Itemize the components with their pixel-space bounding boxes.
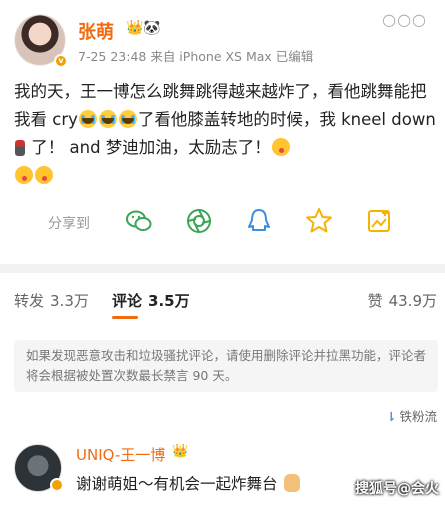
tab-label: 转发 — [14, 292, 45, 310]
post-text-part-2: 了看他膝盖转地的时候，我 kneel down — [137, 110, 436, 129]
cry-emoji-icon — [78, 110, 97, 128]
tab-count: 3.3万 — [50, 292, 89, 310]
verified-badge-icon: v — [54, 54, 68, 68]
member-crown-icon: 👑🐼 — [126, 20, 161, 36]
qzone-icon[interactable] — [304, 206, 334, 236]
tab-count: 3.5万 — [148, 292, 190, 310]
comment-author[interactable]: UNIQ-王一博 — [76, 444, 165, 465]
comment-text: 谢谢萌姐～有机会一起炸舞台 — [76, 472, 300, 494]
sort-icon: ⇂ — [386, 409, 397, 424]
moments-icon[interactable] — [184, 206, 214, 236]
comment-text-content: 谢谢萌姐～有机会一起炸舞台 — [76, 475, 278, 493]
comment-notice: 如果发现恶意攻击和垃圾骚扰评论，请使用删除评论并拉黑功能，评论者将会根据被处置次… — [14, 340, 438, 392]
section-divider — [0, 264, 445, 273]
tab-label: 评论 — [112, 292, 143, 310]
kiss-emoji-icon — [271, 138, 290, 156]
post-header: v 张萌 👑🐼 7-25 23:48 来自 iPhone XS Max 已编辑 — [14, 14, 431, 70]
share-label: 分享到 — [48, 216, 90, 232]
verified-badge-icon — [50, 478, 64, 492]
rock-hand-emoji-icon — [283, 474, 300, 492]
cry-emoji-icon — [118, 110, 137, 128]
save-image-icon[interactable] — [364, 206, 394, 236]
kiss-emoji-icon — [15, 166, 33, 184]
post-text-part-3: 了！ and 梦迪加油，太励志了！ — [31, 138, 271, 157]
tab-comments[interactable]: 评论 3.5万 — [112, 290, 190, 311]
member-crown-icon: 👑 — [172, 444, 189, 459]
tab-label: 赞 — [367, 292, 383, 310]
tab-likes[interactable]: 赞 43.9万 — [368, 290, 437, 311]
tab-count: 43.9万 — [388, 292, 437, 310]
kiss-emoji-icon — [35, 166, 53, 184]
active-tab-indicator — [112, 316, 138, 319]
wechat-icon[interactable] — [124, 206, 154, 236]
tab-reposts[interactable]: 转发 3.3万 — [14, 290, 89, 311]
qq-icon[interactable] — [244, 206, 274, 236]
interaction-tabs: 转发 3.3万 评论 3.5万 赞 43.9万 — [0, 286, 445, 319]
author-name[interactable]: 张萌 — [78, 18, 114, 44]
cry-emoji-icon — [98, 110, 117, 128]
sort-selector[interactable]: ⇂ 铁粉流 — [386, 406, 437, 425]
kneel-emoji-icon — [15, 140, 25, 156]
post-text: 我的天，王一博怎么跳舞跳得越来越炸了，看他跳舞能把我看 cry 了看他膝盖转地的时… — [14, 78, 438, 190]
watermark: 搜狐号@会火 — [355, 481, 439, 497]
sort-label: 铁粉流 — [399, 409, 437, 424]
post-meta: 7-25 23:48 来自 iPhone XS Max 已编辑 — [78, 49, 314, 64]
share-row: 分享到 — [14, 200, 431, 244]
